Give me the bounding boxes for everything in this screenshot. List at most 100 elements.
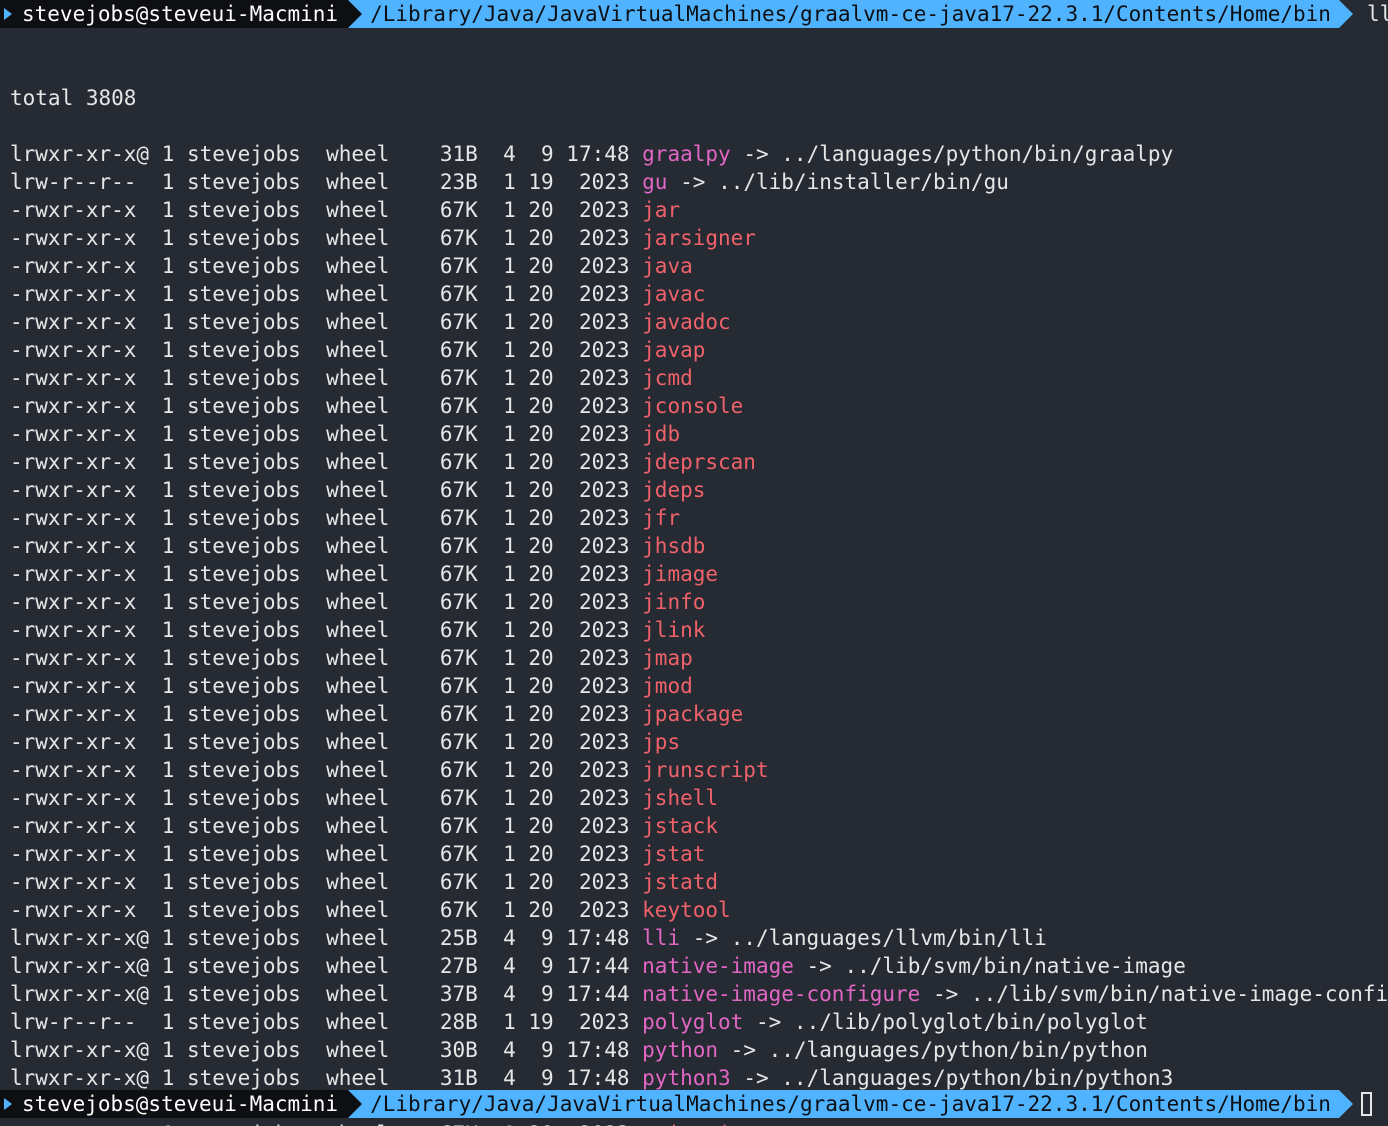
file-meta: -rwxr-xr-x 1 stevejobs wheel 67K 1 20 20… xyxy=(10,870,643,894)
ls-output: total 3808 lrwxr-xr-x@ 1 stevejobs wheel… xyxy=(10,28,1388,1126)
file-name: jlink xyxy=(642,618,706,642)
file-entry: -rwxr-xr-x 1 stevejobs wheel 67K 1 20 20… xyxy=(10,1120,1388,1126)
file-entry: -rwxr-xr-x 1 stevejobs wheel 67K 1 20 20… xyxy=(10,280,1388,308)
file-meta: -rwxr-xr-x 1 stevejobs wheel 67K 1 20 20… xyxy=(10,562,643,586)
prompt-path: /Library/Java/JavaVirtualMachines/graalv… xyxy=(362,0,1339,28)
file-entry: -rwxr-xr-x 1 stevejobs wheel 67K 1 20 20… xyxy=(10,560,1388,588)
file-entry: -rwxr-xr-x 1 stevejobs wheel 67K 1 20 20… xyxy=(10,448,1388,476)
file-name: jmap xyxy=(642,646,693,670)
file-name: graalpy xyxy=(642,142,731,166)
file-meta: lrwxr-xr-x@ 1 stevejobs wheel 25B 4 9 17… xyxy=(10,926,643,950)
file-entry: lrwxr-xr-x@ 1 stevejobs wheel 31B 4 9 17… xyxy=(10,1064,1388,1092)
file-name: jinfo xyxy=(642,590,706,614)
prompt-command: ll xyxy=(1366,2,1388,26)
file-name: jmod xyxy=(642,674,693,698)
file-meta: lrwxr-xr-x@ 1 stevejobs wheel 30B 4 9 17… xyxy=(10,1038,643,1062)
file-meta: -rwxr-xr-x 1 stevejobs wheel 67K 1 20 20… xyxy=(10,702,643,726)
symlink-target: ../lib/svm/bin/native-image-configure xyxy=(970,982,1388,1006)
symlink-target: ../lib/polyglot/bin/polyglot xyxy=(793,1010,1148,1034)
file-name: jstatd xyxy=(642,870,719,894)
file-entry: lrwxr-xr-x@ 1 stevejobs wheel 31B 4 9 17… xyxy=(10,140,1388,168)
file-entry: lrwxr-xr-x@ 1 stevejobs wheel 30B 4 9 17… xyxy=(10,1036,1388,1064)
symlink-arrow: -> xyxy=(730,1038,756,1062)
prompt-end-icon xyxy=(1338,1090,1353,1118)
file-name: native-image xyxy=(642,954,794,978)
file-name: keytool xyxy=(642,898,731,922)
file-name: jcmd xyxy=(642,366,693,390)
symlink-arrow: -> xyxy=(932,982,959,1006)
file-meta: -rwxr-xr-x 1 stevejobs wheel 67K 1 20 20… xyxy=(10,254,643,278)
symlink-arrow: -> xyxy=(743,1066,769,1090)
file-entry: -rwxr-xr-x 1 stevejobs wheel 67K 1 20 20… xyxy=(10,504,1388,532)
file-name: jar xyxy=(642,198,681,222)
file-entry: -rwxr-xr-x 1 stevejobs wheel 67K 1 20 20… xyxy=(10,308,1388,336)
file-name: python3 xyxy=(642,1066,731,1090)
file-meta: -rwxr-xr-x 1 stevejobs wheel 67K 1 20 20… xyxy=(10,590,643,614)
file-name: polyglot xyxy=(642,1010,744,1034)
file-meta: -rwxr-xr-x 1 stevejobs wheel 67K 1 20 20… xyxy=(10,618,643,642)
file-name: jrunscript xyxy=(642,758,769,782)
prompt-user: stevejobs@steveui-Macmini xyxy=(0,0,349,28)
file-meta: -rwxr-xr-x 1 stevejobs wheel 67K 1 20 20… xyxy=(10,226,643,250)
file-entry: -rwxr-xr-x 1 stevejobs wheel 67K 1 20 20… xyxy=(10,336,1388,364)
file-entry: -rwxr-xr-x 1 stevejobs wheel 67K 1 20 20… xyxy=(10,476,1388,504)
file-meta: -rwxr-xr-x 1 stevejobs wheel 67K 1 20 20… xyxy=(10,338,643,362)
prompt-top: stevejobs@steveui-Macmini /Library/Java/… xyxy=(0,0,1388,28)
file-entry: -rwxr-xr-x 1 stevejobs wheel 67K 1 20 20… xyxy=(10,868,1388,896)
file-entry: -rwxr-xr-x 1 stevejobs wheel 67K 1 20 20… xyxy=(10,364,1388,392)
file-meta: -rwxr-xr-x 1 stevejobs wheel 67K 1 20 20… xyxy=(10,478,643,502)
file-meta: lrwxr-xr-x@ 1 stevejobs wheel 37B 4 9 17… xyxy=(10,982,643,1006)
file-entry: -rwxr-xr-x 1 stevejobs wheel 67K 1 20 20… xyxy=(10,812,1388,840)
file-meta: lrw-r--r-- 1 stevejobs wheel 28B 1 19 20… xyxy=(10,1010,643,1034)
file-meta: -rwxr-xr-x 1 stevejobs wheel 67K 1 20 20… xyxy=(10,310,643,334)
file-name: jdb xyxy=(642,422,681,446)
file-meta: -rwxr-xr-x 1 stevejobs wheel 67K 1 20 20… xyxy=(10,282,643,306)
file-entry: -rwxr-xr-x 1 stevejobs wheel 67K 1 20 20… xyxy=(10,420,1388,448)
total-line: total 3808 xyxy=(10,86,137,110)
prompt-separator-icon xyxy=(348,0,363,28)
file-name: gu xyxy=(642,170,668,194)
symlink-arrow: -> xyxy=(692,926,719,950)
file-entry: lrwxr-xr-x@ 1 stevejobs wheel 25B 4 9 17… xyxy=(10,924,1388,952)
file-meta: lrw-r--r-- 1 stevejobs wheel 23B 1 19 20… xyxy=(10,170,643,194)
file-name: lli xyxy=(642,926,681,950)
file-meta: lrwxr-xr-x@ 1 stevejobs wheel 31B 4 9 17… xyxy=(10,142,643,166)
file-entry: -rwxr-xr-x 1 stevejobs wheel 67K 1 20 20… xyxy=(10,896,1388,924)
file-entry: -rwxr-xr-x 1 stevejobs wheel 67K 1 20 20… xyxy=(10,392,1388,420)
file-meta: -rwxr-xr-x 1 stevejobs wheel 67K 1 20 20… xyxy=(10,674,643,698)
file-entry: -rwxr-xr-x 1 stevejobs wheel 67K 1 20 20… xyxy=(10,840,1388,868)
file-entry: -rwxr-xr-x 1 stevejobs wheel 67K 1 20 20… xyxy=(10,588,1388,616)
file-entry: -rwxr-xr-x 1 stevejobs wheel 67K 1 20 20… xyxy=(10,252,1388,280)
file-name: jshell xyxy=(642,786,719,810)
symlink-target: ../lib/svm/bin/native-image xyxy=(844,954,1186,978)
file-name: jarsigner xyxy=(642,226,756,250)
file-name: jps xyxy=(642,730,681,754)
symlink-target: ../languages/llvm/bin/lli xyxy=(730,926,1047,950)
file-meta: -rwxr-xr-x 1 stevejobs wheel 67K 1 20 20… xyxy=(10,534,643,558)
file-meta: -rwxr-xr-x 1 stevejobs wheel 67K 1 20 20… xyxy=(10,1122,642,1126)
file-meta: -rwxr-xr-x 1 stevejobs wheel 67K 1 20 20… xyxy=(10,366,643,390)
file-entry: -rwxr-xr-x 1 stevejobs wheel 67K 1 20 20… xyxy=(10,644,1388,672)
file-meta: -rwxr-xr-x 1 stevejobs wheel 67K 1 20 20… xyxy=(10,506,643,530)
file-name: jpackage xyxy=(642,702,744,726)
file-entry: -rwxr-xr-x 1 stevejobs wheel 67K 1 20 20… xyxy=(10,224,1388,252)
prompt-separator-icon xyxy=(348,1090,363,1118)
file-meta: -rwxr-xr-x 1 stevejobs wheel 67K 1 20 20… xyxy=(10,842,643,866)
file-entry: -rwxr-xr-x 1 stevejobs wheel 67K 1 20 20… xyxy=(10,532,1388,560)
file-entry: -rwxr-xr-x 1 stevejobs wheel 67K 1 20 20… xyxy=(10,672,1388,700)
file-meta: -rwxr-xr-x 1 stevejobs wheel 67K 1 20 20… xyxy=(10,646,643,670)
file-name: jstack xyxy=(642,814,719,838)
file-name: javac xyxy=(642,282,706,306)
file-name: jstat xyxy=(642,842,706,866)
file-name: jdeps xyxy=(642,478,706,502)
prompt-bottom: stevejobs@steveui-Macmini /Library/Java/… xyxy=(0,1090,1372,1118)
file-name: javap xyxy=(642,338,706,362)
file-entry: -rwxr-xr-x 1 stevejobs wheel 67K 1 20 20… xyxy=(10,616,1388,644)
prompt-end-icon xyxy=(1338,0,1353,28)
file-entry: -rwxr-xr-x 1 stevejobs wheel 67K 1 20 20… xyxy=(10,196,1388,224)
file-entry: lrw-r--r-- 1 stevejobs wheel 23B 1 19 20… xyxy=(10,168,1388,196)
file-meta: -rwxr-xr-x 1 stevejobs wheel 67K 1 20 20… xyxy=(10,198,643,222)
prompt-user: stevejobs@steveui-Macmini xyxy=(0,1090,349,1118)
terminal-cursor[interactable] xyxy=(1360,1092,1372,1116)
file-name: jhsdb xyxy=(642,534,706,558)
